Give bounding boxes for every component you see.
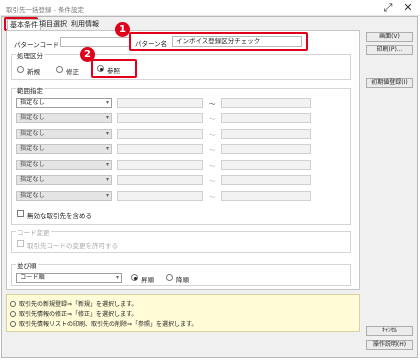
callout-2: 2 — [80, 47, 95, 62]
range-tilde-1: ～ — [209, 100, 216, 108]
chevron-down-icon: ▾ — [115, 274, 119, 281]
open-screen-button[interactable]: 画面(V) — [366, 32, 413, 42]
range-from-6[interactable] — [117, 175, 203, 185]
range-select-2-value: 指定なし — [20, 114, 45, 121]
info-line-1-text: 取引先の新規登録⇒「新規」を選択します。 — [19, 301, 138, 308]
pattern-code-input[interactable] — [60, 37, 130, 47]
range-select-1[interactable]: 指定なし ▾ — [16, 98, 112, 108]
allow-code-change-label: 取引先コードの変更を許可する — [27, 242, 118, 250]
window-title: 取引先一括登録 - 条件設定 — [6, 6, 84, 14]
range-select-1-value: 指定なし — [20, 99, 45, 106]
range-from-4[interactable] — [117, 144, 203, 154]
info-line-2: 取引先情報の修正⇒「修正」を選択します。 — [10, 309, 137, 318]
include-invalid-label: 無効な取引先を含める — [27, 212, 92, 220]
radio-new-label: 新規 — [27, 68, 40, 76]
range-to-6[interactable] — [221, 175, 311, 185]
chevron-down-icon: ▾ — [105, 192, 109, 199]
tab-usage-info[interactable]: 利用情報 — [69, 19, 101, 30]
radio-reference[interactable] — [97, 65, 104, 72]
range-from-7[interactable] — [117, 191, 203, 201]
range-select-4-value: 指定なし — [20, 145, 45, 152]
info-line-2-text: 取引先情報の修正⇒「修正」を選択します。 — [19, 311, 138, 318]
sort-label: 並び順 — [16, 260, 38, 270]
code-change-label: コード変更 — [16, 227, 51, 237]
range-select-5-value: 指定なし — [20, 161, 45, 168]
pattern-code-label: パターンコード — [14, 41, 60, 49]
info-line-3: 取引先情報リストの印刷、取引先の削除⇒「参照」を選択します。 — [10, 319, 197, 328]
close-icon[interactable]: ✕ — [399, 0, 417, 16]
chevron-down-icon: ▾ — [105, 114, 109, 121]
chevron-down-icon: ▾ — [105, 176, 109, 183]
radio-ascending-label: 昇順 — [141, 276, 154, 284]
sort-select-value: コード順 — [20, 274, 45, 281]
chevron-down-icon: ▾ — [105, 145, 109, 152]
sort-select[interactable]: コード順 ▾ — [16, 273, 122, 283]
callout-1: 1 — [115, 22, 130, 37]
range-select-4[interactable]: 指定なし ▾ — [16, 144, 112, 154]
range-group — [11, 88, 351, 225]
radio-new[interactable] — [17, 66, 24, 73]
bullet-icon — [10, 321, 16, 327]
range-select-3[interactable]: 指定なし ▾ — [16, 129, 112, 139]
range-tilde-4: ～ — [209, 146, 216, 154]
range-to-5[interactable] — [221, 160, 311, 170]
pattern-name-input[interactable]: インボイス登録区分チェック — [172, 36, 302, 47]
chevron-down-icon: ▾ — [105, 130, 109, 137]
radio-ascending[interactable] — [131, 274, 138, 281]
range-from-2[interactable] — [117, 113, 203, 123]
radio-edit-label: 修正 — [66, 68, 79, 76]
info-box: 取引先の新規登録⇒「新規」を選択します。 取引先情報の修正⇒「修正」を選択します… — [6, 294, 360, 332]
chevron-down-icon: ▾ — [105, 161, 109, 168]
range-to-2[interactable] — [221, 113, 311, 123]
range-tilde-6: ～ — [209, 177, 216, 185]
radio-descending[interactable] — [166, 274, 173, 281]
info-line-1: 取引先の新規登録⇒「新規」を選択します。 — [10, 299, 137, 308]
range-tilde-7: ～ — [209, 193, 216, 201]
radio-descending-label: 降順 — [176, 276, 189, 284]
range-to-1[interactable] — [221, 98, 311, 108]
range-from-5[interactable] — [117, 160, 203, 170]
chevron-down-icon: ▾ — [105, 99, 109, 106]
tab-item-selection[interactable]: 項目選択 — [37, 19, 69, 30]
info-line-3-text: 取引先情報リストの印刷、取引先の削除⇒「参照」を選択します。 — [19, 321, 198, 328]
radio-reference-label: 参照 — [107, 67, 120, 75]
radio-edit[interactable] — [56, 66, 63, 73]
range-tilde-3: ～ — [209, 131, 216, 139]
allow-code-change-checkbox[interactable] — [17, 240, 24, 247]
cancel-button[interactable]: ｷｬﾝｾﾙ — [366, 326, 413, 336]
pattern-name-label: パターン名 — [135, 40, 168, 48]
help-button[interactable]: 操作説明(H) — [366, 340, 413, 350]
print-button[interactable]: 印刷(P)... — [366, 45, 413, 55]
range-label: 範囲指定 — [16, 85, 44, 95]
include-invalid-checkbox[interactable] — [17, 210, 24, 217]
range-select-6-value: 指定なし — [20, 176, 45, 183]
range-tilde-5: ～ — [209, 162, 216, 170]
range-select-3-value: 指定なし — [20, 130, 45, 137]
expand-icon[interactable]: ⤢ — [379, 0, 397, 16]
tab-basic-conditions[interactable]: 基本条件 — [7, 19, 41, 30]
title-bar: 取引先一括登録 - 条件設定 ⤢ ✕ — [0, 0, 420, 16]
range-to-3[interactable] — [221, 129, 311, 139]
range-select-7-value: 指定なし — [20, 192, 45, 199]
range-from-3[interactable] — [117, 129, 203, 139]
range-to-7[interactable] — [221, 191, 311, 201]
range-select-7[interactable]: 指定なし ▾ — [16, 191, 112, 201]
range-to-4[interactable] — [221, 144, 311, 154]
range-select-5[interactable]: 指定なし ▾ — [16, 160, 112, 170]
range-select-2[interactable]: 指定なし ▾ — [16, 113, 112, 123]
range-select-6[interactable]: 指定なし ▾ — [16, 175, 112, 185]
bullet-icon — [10, 301, 16, 307]
process-label: 処理区分 — [16, 50, 44, 60]
range-from-1[interactable] — [117, 98, 203, 108]
range-tilde-2: ～ — [209, 115, 216, 123]
bullet-icon — [10, 311, 16, 317]
initial-value-button[interactable]: 初期値登録(I) — [366, 78, 413, 88]
